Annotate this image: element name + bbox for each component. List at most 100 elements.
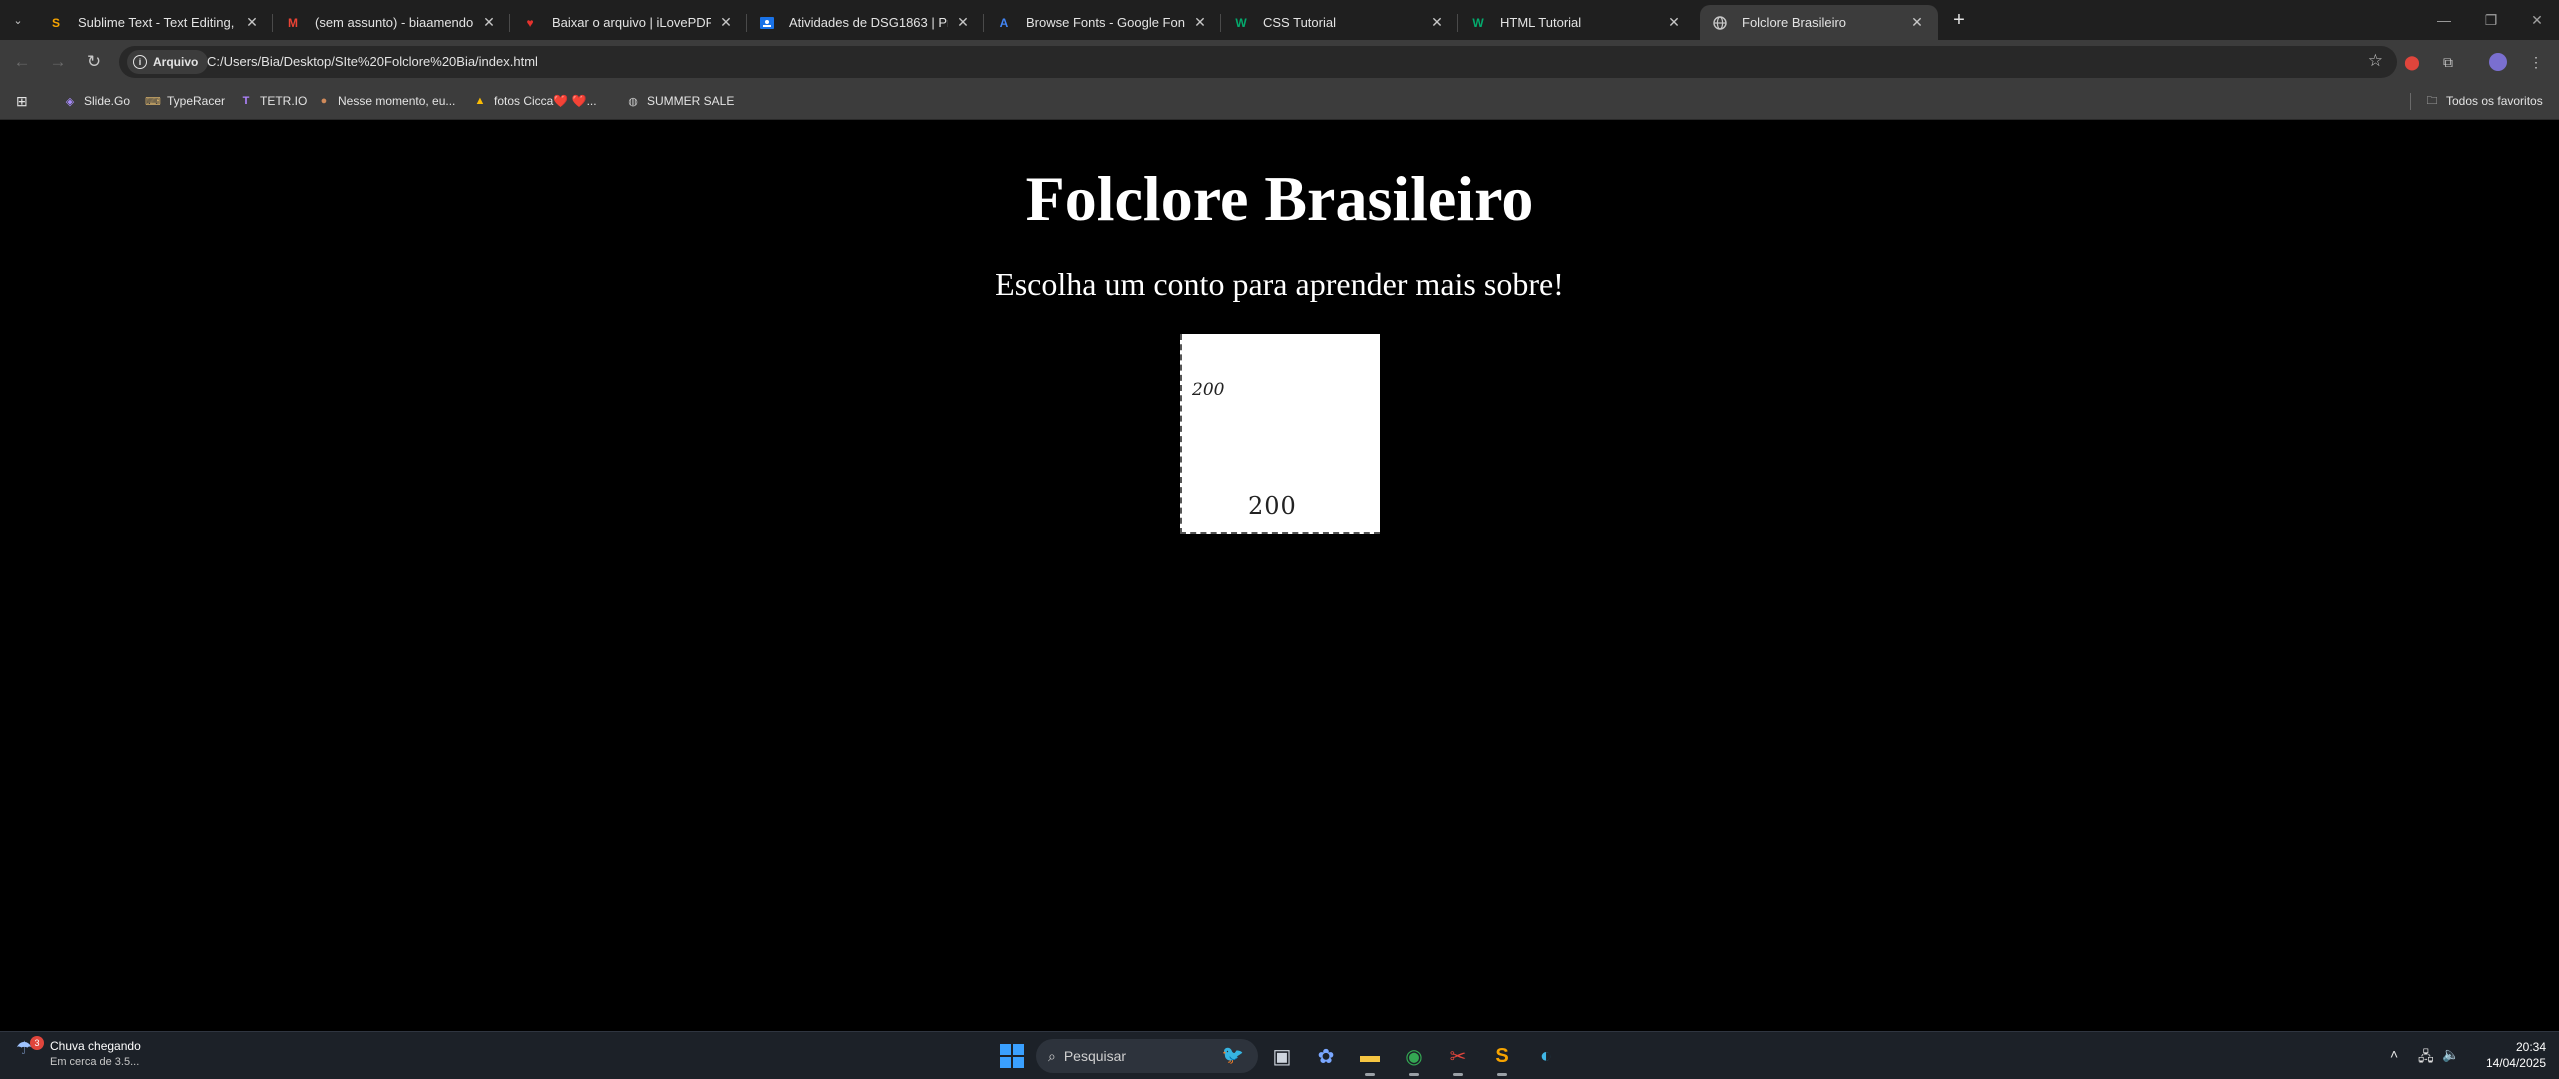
tab-html-tutorial[interactable]: W HTML Tutorial ✕	[1458, 5, 1695, 40]
start-button[interactable]	[1000, 1044, 1024, 1068]
close-icon[interactable]: ✕	[1191, 14, 1209, 32]
close-window-button[interactable]: ✕	[2517, 6, 2557, 34]
bookmark-fotos-cicca[interactable]: ▲ fotos Cicca❤️ ❤️...	[472, 92, 597, 110]
restore-icon: ❐	[2484, 11, 2498, 28]
tab-classroom[interactable]: Atividades de DSG1863 | Prátic ✕	[747, 5, 984, 40]
volume-button[interactable]: 🔈	[2442, 1046, 2459, 1063]
bookmark-label: TETR.IO	[260, 94, 308, 108]
bookmark-label: Nesse momento, eu...	[338, 94, 456, 108]
chevron-down-icon: ⌄	[13, 14, 23, 27]
forward-button[interactable]: →	[46, 50, 70, 74]
chevron-up-icon: ˄	[2390, 1046, 2399, 1062]
close-icon[interactable]: ✕	[1665, 14, 1683, 32]
restore-button[interactable]: ❐	[2471, 6, 2511, 34]
tab-folclore-brasileiro[interactable]: Folclore Brasileiro ✕	[1700, 5, 1938, 40]
search-highlight-icon: 🐦	[1221, 1045, 1244, 1065]
network-button[interactable]: 🖧	[2418, 1046, 2434, 1070]
url-text[interactable]: C:/Users/Bia/Desktop/SIte%20Folclore%20B…	[207, 54, 538, 69]
minimize-button[interactable]: —	[2424, 6, 2464, 34]
tab-title: Sublime Text - Text Editing, Do	[78, 15, 237, 30]
windows-logo-icon	[1000, 1044, 1011, 1055]
globe-icon	[1712, 15, 1728, 31]
tab-search-button[interactable]: ⌄	[6, 8, 30, 32]
avatar	[2489, 53, 2507, 71]
sublime-icon: S	[1495, 1044, 1509, 1067]
running-indicator	[1409, 1073, 1419, 1076]
windows-logo-icon	[1013, 1057, 1024, 1068]
page-content: Folclore Brasileiro Escolha um conto par…	[0, 120, 2559, 1031]
file-explorer-button[interactable]: ▬	[1354, 1040, 1386, 1076]
apps-grid-icon: ⊞	[16, 92, 28, 109]
chrome-button[interactable]: ◉	[1398, 1040, 1430, 1076]
menu-button[interactable]: ⋮	[2524, 50, 2548, 74]
tab-ilovepdf[interactable]: ♥ Baixar o arquivo | iLovePDF ✕	[510, 5, 747, 40]
bookmark-slidego[interactable]: ◈ Slide.Go	[62, 92, 130, 110]
running-indicator	[1453, 1073, 1463, 1076]
chrome-icon: ◉	[1405, 1045, 1423, 1068]
copilot-button[interactable]: ✿	[1310, 1040, 1342, 1072]
arrow-right-icon: →	[49, 52, 67, 71]
tab-strip: ⌄ S Sublime Text - Text Editing, Do ✕ M …	[0, 0, 2559, 40]
tray-overflow-button[interactable]: ˄	[2390, 1046, 2398, 1062]
bookmark-summer-sale[interactable]: ◍ SUMMER SALE	[625, 92, 734, 110]
tab-title: (sem assunto) - biaamendola20	[315, 15, 474, 30]
extensions-button[interactable]: ⧉	[2436, 50, 2460, 74]
tab-google-fonts[interactable]: A Browse Fonts - Google Fonts ✕	[984, 5, 1221, 40]
speaker-icon: 🔈	[2442, 1046, 2460, 1062]
all-bookmarks-button[interactable]: 🗀 Todos os favoritos	[2424, 92, 2543, 110]
task-view-button[interactable]: ▣	[1266, 1040, 1298, 1072]
close-icon[interactable]: ✕	[717, 14, 735, 32]
close-icon[interactable]: ✕	[1428, 14, 1446, 32]
taskbar-clock[interactable]: 20:34 14/04/2025	[2476, 1039, 2546, 1071]
globe-icon: ◍	[628, 95, 638, 108]
taskbar-search[interactable]: ⌕ Pesquisar 🐦	[1036, 1039, 1258, 1073]
network-icon: 🖧	[2418, 1048, 2434, 1064]
page-title: Folclore Brasileiro	[1025, 163, 1534, 234]
edge-button[interactable]: ◐	[1530, 1040, 1562, 1072]
running-indicator	[1365, 1073, 1375, 1076]
google-drive-icon: ▲	[474, 95, 486, 107]
bookmark-tetrio[interactable]: T TETR.IO	[238, 92, 308, 110]
tab-title: Atividades de DSG1863 | Prátic	[789, 15, 948, 30]
bookmark-label: TypeRacer	[167, 94, 226, 108]
card-scribble-bottom: 200	[1248, 492, 1297, 520]
windows-taskbar: ☂ 3 Chuva chegando Em cerca de 3.5... ⌕ …	[0, 1031, 2559, 1079]
plus-icon: +	[1953, 8, 1965, 31]
new-tab-button[interactable]: +	[1948, 9, 1970, 31]
extension-button[interactable]: ⬤	[2400, 50, 2424, 74]
sublime-text-button[interactable]: S	[1486, 1040, 1518, 1076]
bookmark-label: Slide.Go	[84, 94, 131, 108]
close-icon[interactable]: ✕	[243, 14, 261, 32]
reload-button[interactable]: ↻	[82, 50, 106, 74]
edge-icon: ◐	[1539, 1044, 1553, 1067]
ilovepdf-icon: ♥	[526, 15, 534, 30]
back-button[interactable]: ←	[10, 50, 34, 74]
tab-title: Folclore Brasileiro	[1742, 15, 1847, 30]
apps-button[interactable]: ⊞	[16, 92, 28, 110]
weather-widget[interactable]: ☂ 3 Chuva chegando Em cerca de 3.5...	[16, 1036, 141, 1070]
bookmark-star-icon[interactable]: ☆	[2368, 51, 2383, 71]
typeracer-icon: ⌨	[145, 95, 161, 108]
tab-sublime[interactable]: S Sublime Text - Text Editing, Do ✕	[36, 5, 273, 40]
bookmark-label: SUMMER SALE	[647, 94, 735, 108]
bookmark-nesse-momento[interactable]: ● Nesse momento, eu...	[316, 92, 456, 110]
site-info-label: Arquivo	[153, 55, 199, 69]
bookmark-typeracer[interactable]: ⌨ TypeRacer	[145, 92, 225, 110]
story-card[interactable]: 200 200	[1180, 334, 1380, 534]
close-icon[interactable]: ✕	[480, 14, 498, 32]
sublime-icon: S	[51, 15, 60, 30]
address-bar[interactable]: i Arquivo C:/Users/Bia/Desktop/SIte%20Fo…	[119, 46, 2397, 78]
clock-time: 20:34	[2515, 1040, 2546, 1054]
close-icon[interactable]: ✕	[1908, 14, 1926, 32]
tetrio-icon: T	[242, 95, 250, 107]
tab-gmail[interactable]: M (sem assunto) - biaamendola20 ✕	[273, 5, 510, 40]
slidego-icon: ◈	[65, 95, 75, 108]
browser-toolbar: ← → ↻ i Arquivo C:/Users/Bia/Desktop/SIt…	[0, 40, 2559, 83]
snipping-tool-button[interactable]: ✂	[1442, 1040, 1474, 1076]
close-icon[interactable]: ✕	[954, 14, 972, 32]
google-fonts-icon: A	[999, 15, 1009, 30]
site-info-chip[interactable]: i Arquivo	[127, 50, 209, 74]
profile-button[interactable]	[2486, 50, 2510, 74]
bookmark-label: fotos Cicca❤️ ❤️...	[494, 94, 597, 108]
tab-css-tutorial[interactable]: W CSS Tutorial ✕	[1221, 5, 1458, 40]
